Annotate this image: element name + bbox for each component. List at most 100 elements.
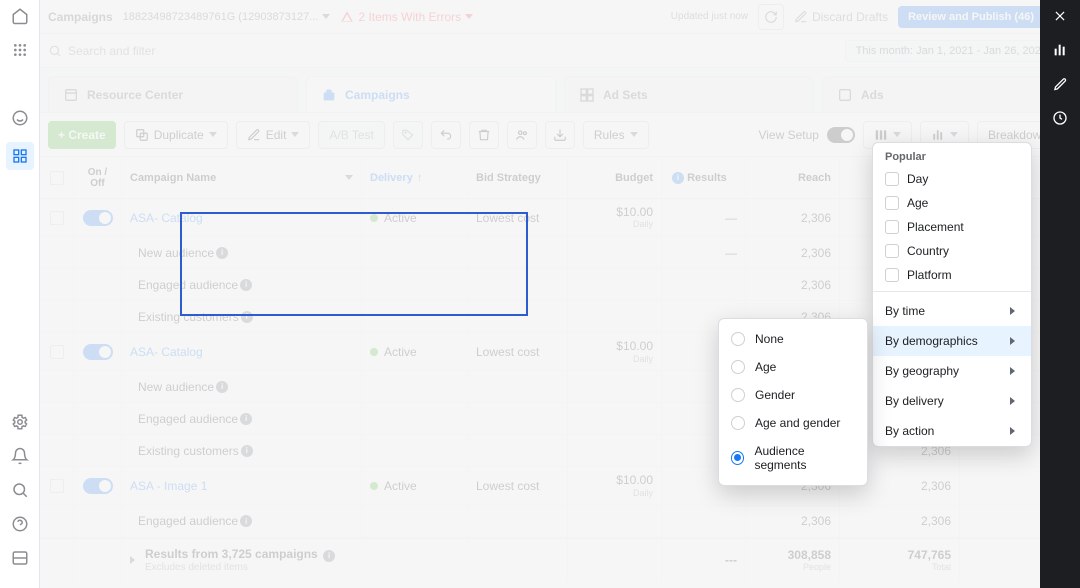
col-results[interactable]: i Results [662, 157, 746, 198]
pencil-icon[interactable] [1050, 74, 1070, 94]
info-icon[interactable]: i [241, 311, 253, 323]
checkbox-icon [885, 220, 899, 234]
segment-label: Engaged audience [138, 514, 238, 528]
col-budget[interactable]: Budget [568, 157, 662, 198]
segment-label: Engaged audience [138, 412, 238, 426]
create-button[interactable]: + Create [48, 121, 116, 149]
info-icon[interactable]: i [241, 445, 253, 457]
gear-icon[interactable] [10, 412, 30, 432]
demographics-option[interactable]: Gender [719, 381, 867, 409]
segment-label: Existing customers [138, 444, 239, 458]
row-toggle[interactable] [83, 210, 113, 226]
abtest-button[interactable]: A/B Test [318, 121, 384, 149]
help-icon[interactable] [10, 514, 30, 534]
tag-icon[interactable] [393, 121, 423, 149]
review-publish-button[interactable]: Review and Publish (46) [898, 6, 1044, 28]
expand-icon[interactable] [130, 556, 139, 564]
refresh-icon[interactable] [758, 4, 784, 30]
campaign-link[interactable]: ASA - Image 1 [130, 479, 207, 493]
info-icon[interactable]: i [216, 381, 228, 393]
view-setup-toggle[interactable] [827, 127, 855, 143]
undo-icon[interactable] [431, 121, 461, 149]
emoji-icon[interactable] [10, 108, 30, 128]
panel-icon[interactable] [10, 548, 30, 568]
breakdown-group-item[interactable]: By action [873, 416, 1031, 446]
checkbox-icon [885, 172, 899, 186]
grid-icon[interactable] [6, 142, 34, 170]
top-bar: Campaigns 18823498723489761G (1290387312… [40, 0, 1080, 34]
breakdown-popular-item[interactable]: Country [873, 239, 1031, 263]
chevron-right-icon [1010, 307, 1019, 315]
chevron-right-icon [1010, 337, 1019, 345]
info-icon[interactable]: i [240, 279, 252, 291]
row-toggle[interactable] [83, 478, 113, 494]
info-icon[interactable]: i [240, 515, 252, 527]
duplicate-button[interactable]: Duplicate [124, 121, 228, 149]
level-tabs: Resource Center Campaigns Ad Sets Ads [40, 68, 1080, 113]
edit-button[interactable]: Edit [236, 121, 311, 149]
col-name[interactable]: Campaign Name [122, 157, 362, 198]
search-input[interactable]: Search and filter [48, 44, 155, 58]
trash-icon[interactable] [469, 121, 499, 149]
checkbox-icon [885, 196, 899, 210]
demographics-submenu: NoneAgeGenderAge and genderAudience segm… [718, 318, 868, 486]
row-checkbox[interactable] [50, 345, 64, 359]
select-all-checkbox[interactable] [50, 171, 64, 185]
view-setup-label: View Setup [758, 128, 819, 142]
status-dot [370, 214, 378, 222]
breakdown-popular-item[interactable]: Day [873, 167, 1031, 191]
breakdown-popular-label: Popular [873, 143, 1031, 167]
account-selector[interactable]: 18823498723489761G (12903873127... [123, 11, 331, 23]
breakdown-group-item[interactable]: By time [873, 296, 1031, 326]
date-range-picker[interactable]: This month: Jan 1, 2021 - Jan 26, 2021 [845, 40, 1072, 62]
close-icon[interactable] [1050, 6, 1070, 26]
checkbox-icon [885, 268, 899, 282]
radio-icon [731, 332, 745, 346]
breakdown-popular-item[interactable]: Placement [873, 215, 1031, 239]
campaign-link[interactable]: ASA- Catalog [130, 211, 203, 225]
demographics-option[interactable]: None [719, 325, 867, 353]
chevron-right-icon [1010, 367, 1019, 375]
info-icon[interactable]: i [240, 413, 252, 425]
discard-drafts-button[interactable]: Discard Drafts [794, 10, 888, 24]
rules-button[interactable]: Rules [583, 121, 649, 149]
left-nav-rail [0, 0, 40, 588]
row-toggle[interactable] [83, 344, 113, 360]
breakdown-group-item[interactable]: By demographics [873, 326, 1031, 356]
people-icon[interactable] [507, 121, 537, 149]
breakdown-popular-item[interactable]: Platform [873, 263, 1031, 287]
export-icon[interactable] [545, 121, 575, 149]
tab-ads[interactable]: Ads [822, 76, 1072, 112]
totals-row: Results from 3,725 campaigns i Excludes … [40, 538, 1080, 582]
campaign-link[interactable]: ASA- Catalog [130, 345, 203, 359]
radio-icon [731, 416, 745, 430]
home-icon[interactable] [10, 6, 30, 26]
demographics-option[interactable]: Audience segments [719, 437, 867, 479]
info-icon[interactable]: i [216, 247, 228, 259]
tab-campaigns[interactable]: Campaigns [306, 76, 556, 112]
breakdown-group-item[interactable]: By delivery [873, 386, 1031, 416]
clock-icon[interactable] [1050, 108, 1070, 128]
search-icon[interactable] [10, 480, 30, 500]
row-checkbox[interactable] [50, 479, 64, 493]
chevron-right-icon [1010, 397, 1019, 405]
col-reach[interactable]: Reach [746, 157, 840, 198]
row-checkbox[interactable] [50, 211, 64, 225]
tab-resource-center[interactable]: Resource Center [48, 76, 298, 112]
tab-adsets[interactable]: Ad Sets [564, 76, 814, 112]
bell-icon[interactable] [10, 446, 30, 466]
col-delivery[interactable]: Delivery↑ [362, 157, 468, 198]
updated-label: Updated just now [671, 11, 748, 22]
apps-icon[interactable] [10, 40, 30, 60]
demographics-option[interactable]: Age [719, 353, 867, 381]
right-utility-rail [1040, 0, 1080, 588]
demographics-option[interactable]: Age and gender [719, 409, 867, 437]
radio-icon [731, 451, 744, 465]
col-bid[interactable]: Bid Strategy [468, 157, 568, 198]
breakdown-popular-item[interactable]: Age [873, 191, 1031, 215]
breakdown-group-item[interactable]: By geography [873, 356, 1031, 386]
errors-chip[interactable]: 2 Items With Errors [340, 10, 473, 24]
chart-icon[interactable] [1050, 40, 1070, 60]
col-onoff[interactable]: On / Off [74, 157, 122, 198]
radio-icon [731, 360, 745, 374]
